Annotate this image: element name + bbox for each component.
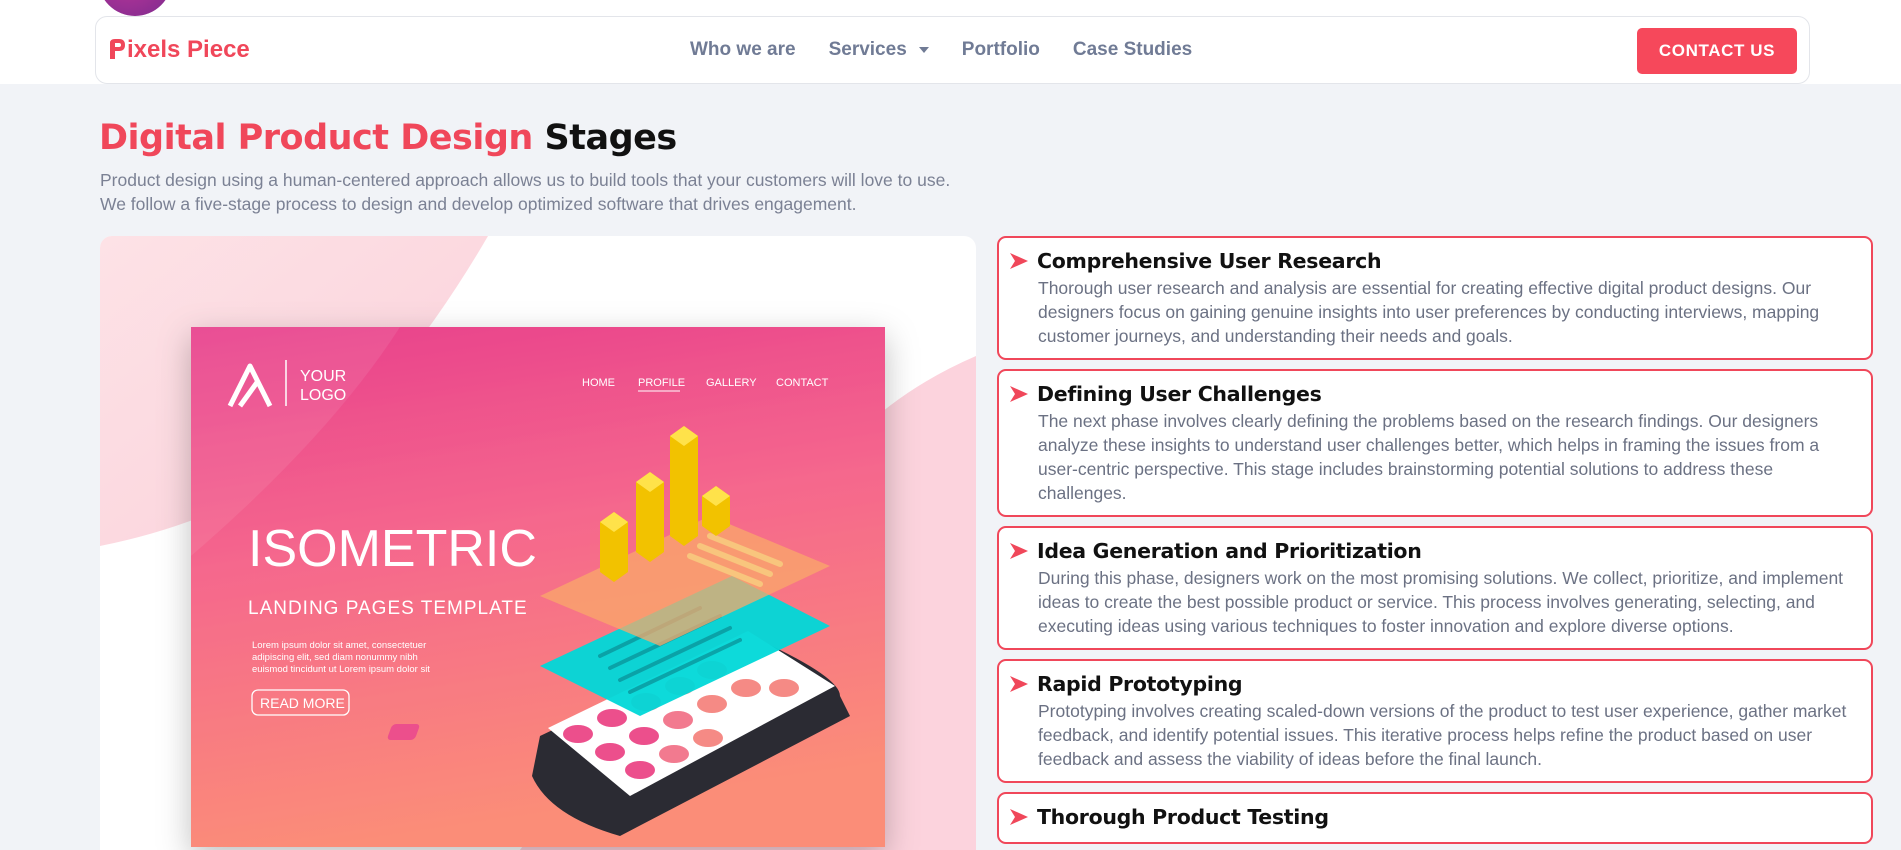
- stage-title: Idea Generation and Prioritization: [1037, 539, 1422, 563]
- stage-card: Comprehensive User Research Thorough use…: [997, 236, 1873, 360]
- card-body-line: adipiscing elit, sed diam nonummy nibh: [252, 652, 418, 663]
- contact-us-button[interactable]: CONTACT US: [1637, 28, 1797, 74]
- stage-header: Comprehensive User Research: [1009, 249, 1859, 273]
- stage-title: Thorough Product Testing: [1037, 805, 1329, 829]
- card-menu-profile: PROFILE: [638, 377, 685, 389]
- contact-us-label: CONTACT US: [1658, 41, 1776, 60]
- card-logo-line2: LOGO: [300, 387, 346, 404]
- stage-header: Rapid Prototyping: [1009, 672, 1859, 696]
- illustration-artwork: YOUR LOGO HOME PROFILE GALLERY CONTACT I…: [100, 236, 976, 850]
- nav-label: Services: [828, 39, 907, 60]
- arrow-right-icon: [1010, 253, 1028, 269]
- nav-label: Who we are: [690, 39, 796, 60]
- page-title-accent: Digital Product Design: [99, 118, 533, 158]
- card-menu-gallery: GALLERY: [706, 377, 757, 389]
- stage-header: Thorough Product Testing: [1009, 805, 1859, 829]
- stage-card: Rapid Prototyping Prototyping involves c…: [997, 659, 1873, 783]
- nav-item-services[interactable]: Services: [829, 39, 929, 61]
- arrow-right-icon: [1010, 676, 1028, 692]
- stage-description: The next phase involves clearly defining…: [1038, 411, 1820, 503]
- nav-label: Case Studies: [1072, 39, 1193, 60]
- arrow-right-icon: [1010, 809, 1028, 825]
- arrow-right-icon: [1010, 386, 1028, 402]
- nav-item-case-studies[interactable]: Case Studies: [1073, 39, 1192, 61]
- arrow-right-icon: [1010, 543, 1028, 559]
- stage-header: Defining User Challenges: [1009, 382, 1859, 406]
- p-logo-mark-icon: [108, 37, 126, 63]
- stage-card: Defining User Challenges The next phase …: [997, 369, 1873, 517]
- card-subheadline: LANDING PAGES TEMPLATE: [248, 598, 528, 619]
- stage-card: Thorough Product Testing: [997, 792, 1873, 844]
- card-body-line: Lorem ipsum dolor sit amet, consectetuer: [252, 640, 426, 651]
- card-logo-line1: YOUR: [300, 368, 346, 385]
- stage-card: Idea Generation and Prioritization Durin…: [997, 526, 1873, 650]
- intro-line: We follow a five-stage process to design…: [100, 194, 857, 214]
- page-title-rest: Stages: [532, 118, 678, 158]
- nav-item-who-we-are[interactable]: Who we are: [690, 39, 796, 61]
- caret-down-icon: [918, 47, 929, 53]
- card-body-line: euismod tincidunt ut Lorem ipsum dolor s…: [252, 664, 430, 675]
- stage-description: Thorough user research and analysis are …: [1038, 278, 1820, 346]
- card-menu-contact: CONTACT: [776, 377, 829, 389]
- stage-description: During this phase, designers work on the…: [1038, 568, 1844, 636]
- stage-title: Rapid Prototyping: [1037, 672, 1243, 696]
- intro-text: Product design using a human-centered ap…: [100, 168, 1000, 216]
- card-menu-home: HOME: [582, 377, 615, 389]
- nav-links: Who we are Services Portfolio Case Studi…: [690, 39, 1225, 61]
- isometric-landing-illustration: YOUR LOGO HOME PROFILE GALLERY CONTACT I…: [100, 236, 976, 850]
- stage-title: Defining User Challenges: [1037, 382, 1322, 406]
- card-read-more: READ MORE: [260, 695, 345, 711]
- site-logo[interactable]: ixels Piece: [108, 36, 250, 64]
- intro-line: Product design using a human-centered ap…: [100, 170, 951, 190]
- stage-description: Prototyping involves creating scaled-dow…: [1038, 701, 1847, 769]
- logo-text: ixels Piece: [127, 36, 250, 63]
- card-headline: ISOMETRIC: [248, 520, 537, 578]
- page-title: Digital Product Design Stages: [99, 118, 677, 158]
- stage-title: Comprehensive User Research: [1037, 249, 1382, 273]
- navbar: ixels Piece Who we are Services Portfoli…: [95, 16, 1810, 84]
- stages-list: Comprehensive User Research Thorough use…: [997, 236, 1873, 850]
- stage-header: Idea Generation and Prioritization: [1009, 539, 1859, 563]
- nav-item-portfolio[interactable]: Portfolio: [962, 39, 1040, 61]
- nav-label: Portfolio: [961, 39, 1040, 60]
